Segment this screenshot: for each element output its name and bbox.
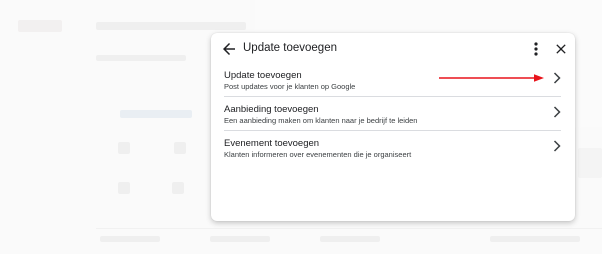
background-row-placeholder [320, 236, 380, 242]
background-icon-placeholder [172, 182, 184, 194]
dialog-header: Update toevoegen [211, 33, 575, 65]
google-logo-placeholder [18, 20, 62, 32]
background-heading-placeholder [96, 22, 246, 30]
more-vert-icon[interactable] [529, 40, 543, 58]
background-tabs-placeholder [96, 55, 186, 61]
option-title: Evenement toevoegen [224, 138, 320, 149]
background-row-placeholder [490, 236, 580, 242]
option-subtitle: Post updates voor je klanten op Google [224, 82, 356, 91]
dialog-title: Update toevoegen [243, 42, 337, 54]
add-update-dialog: Update toevoegen Update toevoegen Post u… [211, 33, 575, 221]
background-icon-placeholder [118, 182, 130, 194]
option-aanbieding-toevoegen[interactable]: Aanbieding toevoegen Een aanbieding make… [211, 104, 575, 138]
chevron-right-icon [553, 106, 561, 118]
arrow-back-icon[interactable] [220, 40, 238, 58]
option-subtitle: Klanten informeren over evenementen die … [224, 150, 412, 159]
background-icon-placeholder [174, 142, 186, 154]
option-divider [224, 130, 561, 131]
option-subtitle: Een aanbieding maken om klanten naar je … [224, 116, 418, 125]
option-title: Update toevoegen [224, 70, 302, 81]
close-icon[interactable] [553, 41, 569, 57]
option-title: Aanbieding toevoegen [224, 104, 319, 115]
option-evenement-toevoegen[interactable]: Evenement toevoegen Klanten informeren o… [211, 138, 575, 172]
background-card-placeholder [578, 148, 602, 178]
background-icon-placeholder [118, 142, 130, 154]
option-divider [224, 96, 561, 97]
background-row-placeholder [100, 236, 160, 242]
background-row-placeholder [210, 236, 270, 242]
background-link-placeholder [120, 110, 192, 118]
background-divider [96, 228, 602, 229]
annotation-arrow [439, 74, 544, 82]
chevron-right-icon [553, 72, 561, 84]
chevron-right-icon [553, 140, 561, 152]
